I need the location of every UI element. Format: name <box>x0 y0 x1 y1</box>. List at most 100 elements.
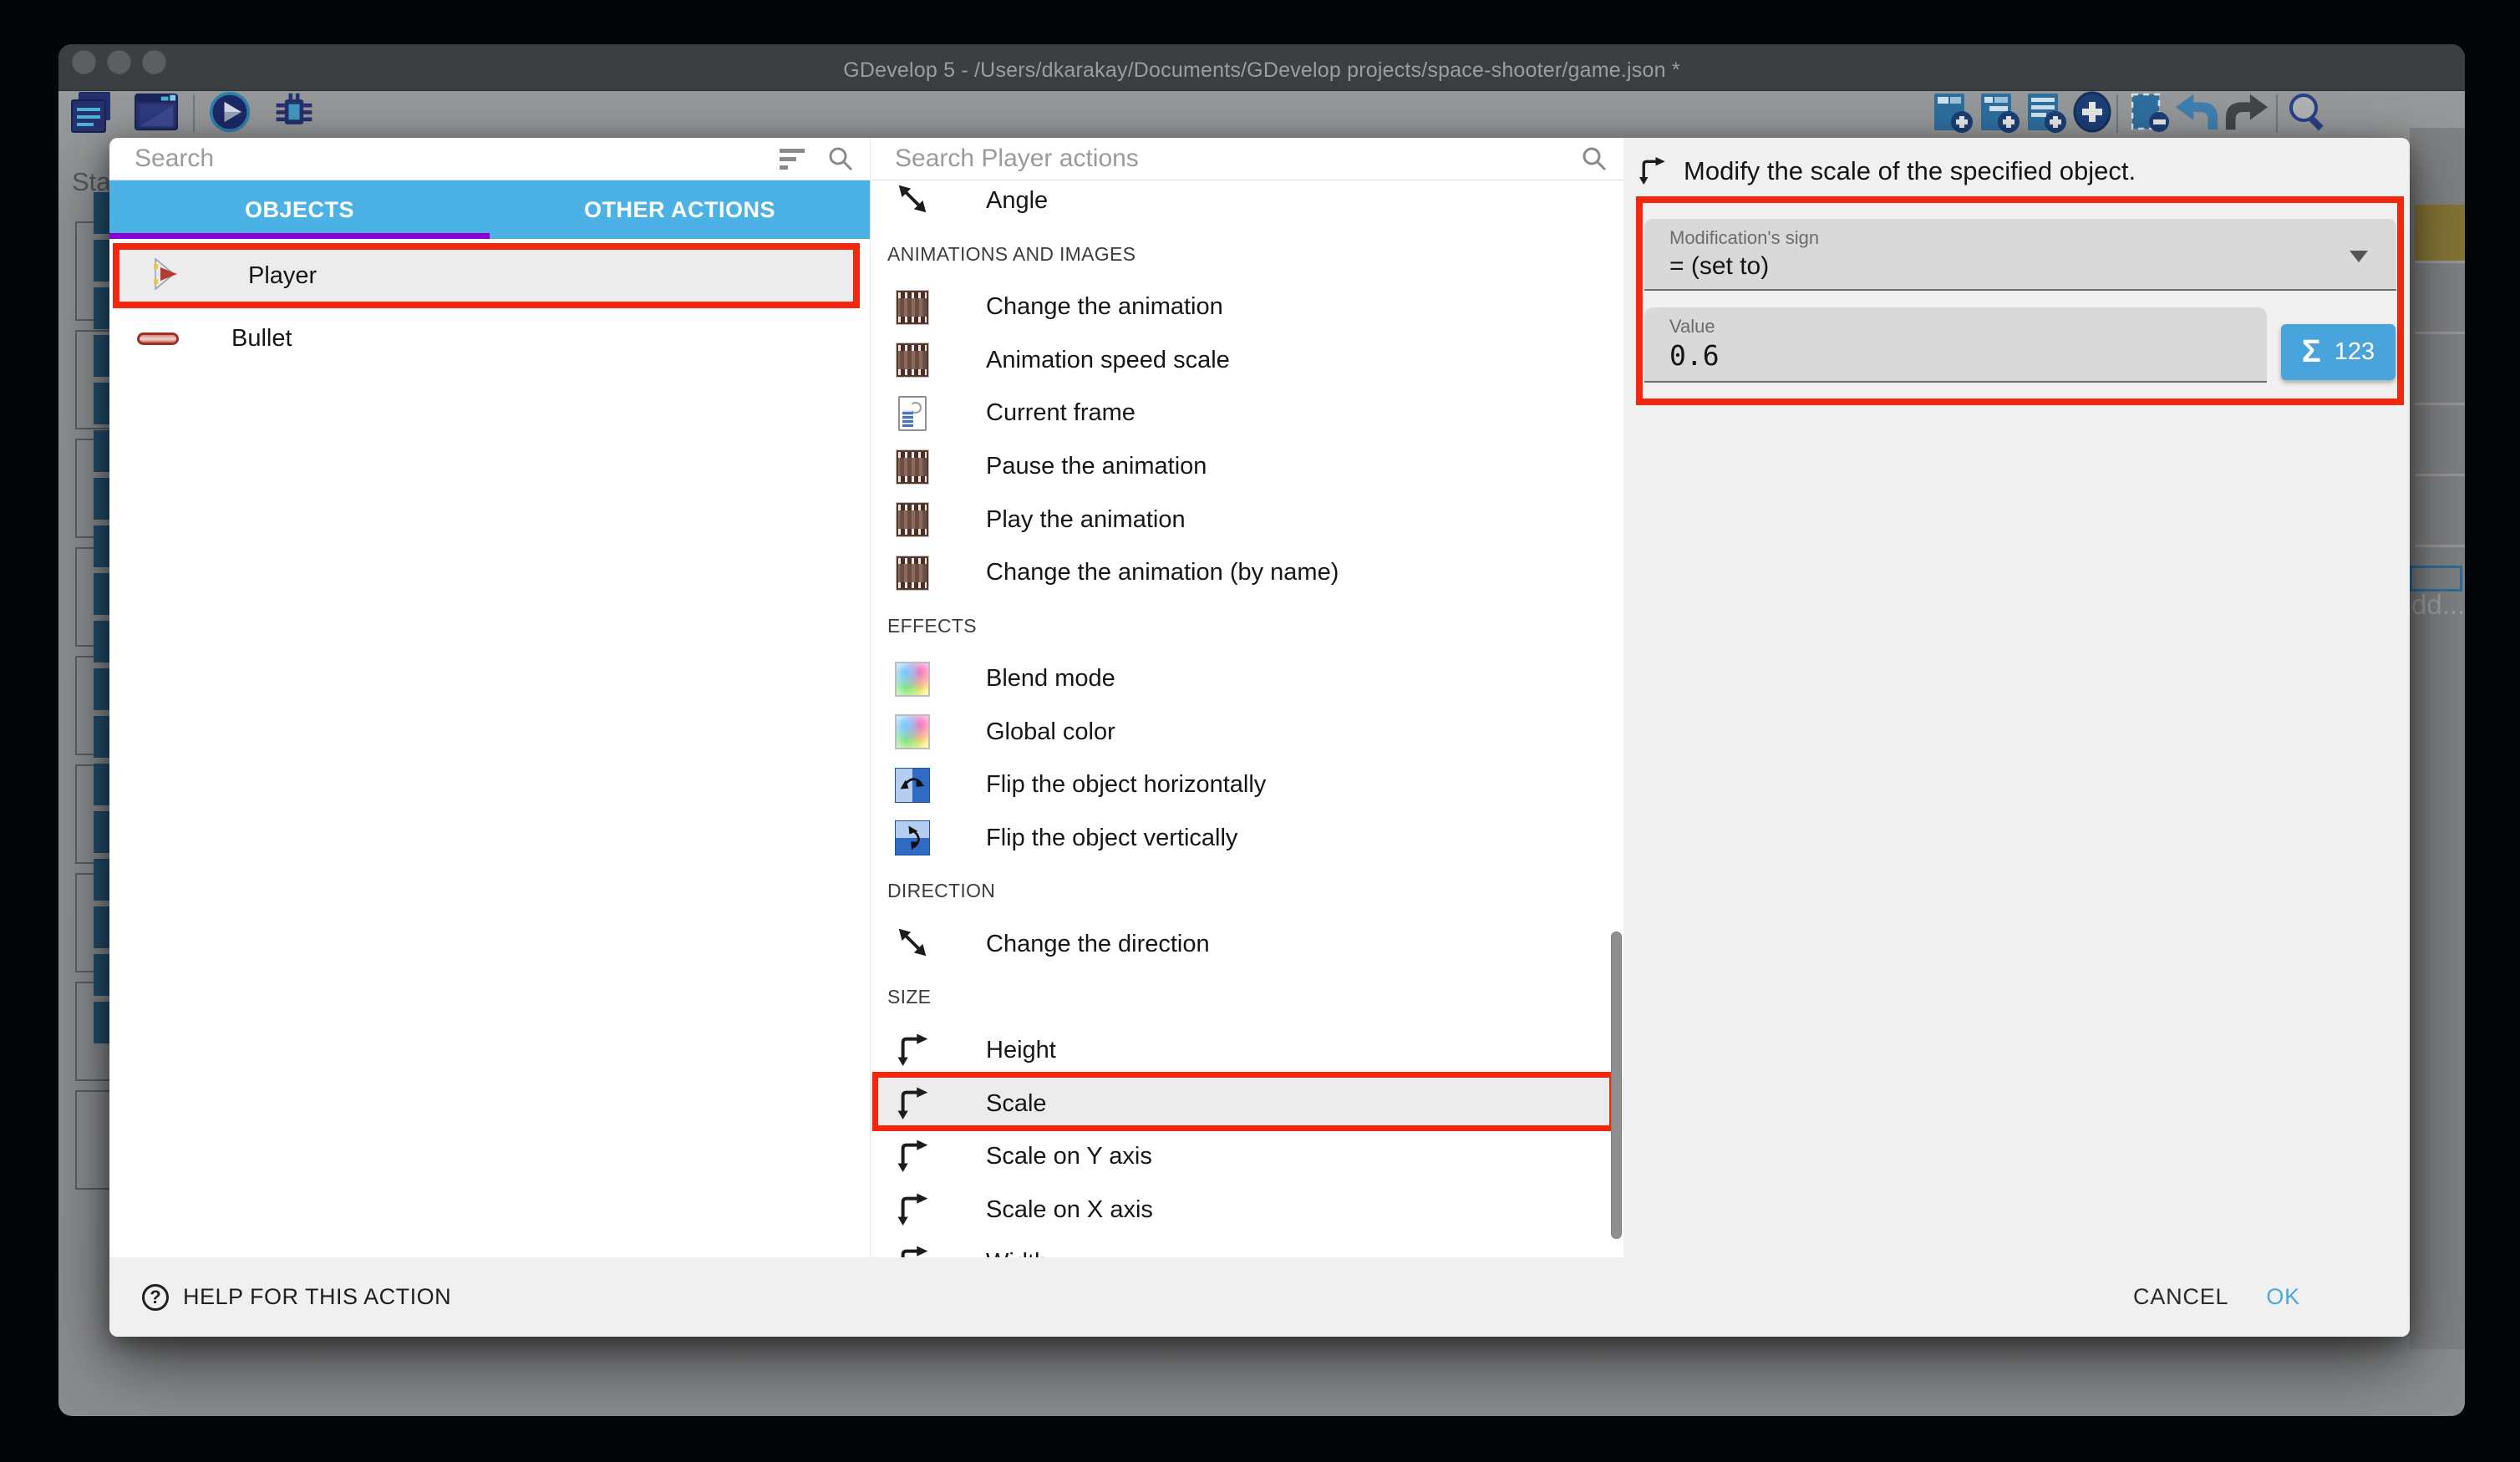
action-list-viewport: AngleANIMATIONS AND IMAGES Change the an… <box>871 180 1623 1257</box>
expression-editor-button-label: 123 <box>2335 338 2375 366</box>
properties-panel-background <box>2410 128 2465 1349</box>
value-field-value: 0.6 <box>1669 339 1720 372</box>
action-row-width[interactable]: Width <box>871 1236 1623 1257</box>
direction-arrow-icon <box>895 181 930 221</box>
properties-separator <box>2415 332 2465 334</box>
search-icon[interactable] <box>2285 90 2330 134</box>
footer-actions: CANCEL OK <box>2133 1284 2410 1310</box>
color-gradient-icon <box>895 714 930 749</box>
action-row-scale[interactable]: Scale <box>871 1077 1623 1130</box>
tab-objects[interactable]: OBJECTS <box>109 180 490 239</box>
action-row-change-the-direction[interactable]: Change the direction <box>871 918 1623 972</box>
object-list: Player Bullet <box>109 239 870 1257</box>
action-row-global-color[interactable]: Global color <box>871 705 1623 759</box>
modification-sign-dropdown[interactable]: Modification's sign = (set to) <box>1644 219 2396 291</box>
properties-separator <box>2415 261 2465 263</box>
action-label: Scale <box>986 1090 1047 1118</box>
play-icon[interactable] <box>207 90 252 134</box>
action-label: Flip the object horizontally <box>986 771 1266 799</box>
object-type-tabs: OBJECTS OTHER ACTIONS <box>109 180 870 239</box>
animation-film-icon <box>896 290 929 325</box>
cancel-button[interactable]: CANCEL <box>2133 1284 2228 1310</box>
help-icon: ? <box>142 1284 169 1311</box>
action-label: Global color <box>986 718 1115 746</box>
action-row-blend-mode[interactable]: Blend mode <box>871 652 1623 706</box>
help-button[interactable]: ? HELP FOR THIS ACTION <box>142 1284 451 1311</box>
value-field[interactable]: Value 0.6 <box>1644 307 2267 383</box>
action-row-pause-the-animation[interactable]: Pause the animation <box>871 440 1623 494</box>
help-button-label: HELP FOR THIS ACTION <box>183 1284 451 1310</box>
add-event-icon[interactable] <box>1930 90 1975 134</box>
action-label: Scale on X axis <box>986 1196 1153 1224</box>
action-label: Blend mode <box>986 665 1115 693</box>
add-comment-icon[interactable] <box>2024 90 2069 134</box>
toolbar-separator <box>2116 94 2118 133</box>
action-row-scale-on-x-axis[interactable]: Scale on X axis <box>871 1183 1623 1236</box>
scene-window-icon[interactable] <box>134 90 179 134</box>
modification-sign-label: Modification's sign <box>1669 227 1819 249</box>
action-detail-header: Modify the scale of the specified object… <box>1623 138 2410 205</box>
animation-film-icon <box>896 556 929 591</box>
action-search-bar <box>870 138 1623 180</box>
search-icon <box>1575 140 1613 178</box>
action-row-animation-speed-scale[interactable]: Animation speed scale <box>871 334 1623 388</box>
action-detail-panel: Modify the scale of the specified object… <box>1623 138 2410 1257</box>
ok-button[interactable]: OK <box>2266 1284 2300 1310</box>
properties-field-outline <box>2410 566 2462 591</box>
annotation-highlight-scale <box>872 1072 1615 1131</box>
action-section-header: DIRECTION <box>871 865 1623 918</box>
properties-separator <box>2415 545 2465 547</box>
action-section-header: ANIMATIONS AND IMAGES <box>871 228 1623 282</box>
expression-editor-button[interactable]: Σ 123 <box>2281 324 2396 380</box>
properties-separator <box>2415 403 2465 405</box>
action-section-header: SIZE <box>871 971 1623 1024</box>
object-row-bullet[interactable]: Bullet <box>109 311 870 366</box>
tab-label: OTHER ACTIONS <box>584 197 775 223</box>
resize-corner-icon <box>895 1190 930 1230</box>
project-manager-icon[interactable] <box>69 90 114 134</box>
debug-icon[interactable] <box>272 90 317 134</box>
object-row-player[interactable]: Player <box>119 250 853 302</box>
undo-icon[interactable] <box>2174 90 2219 134</box>
tab-other-actions[interactable]: OTHER ACTIONS <box>490 180 870 239</box>
scale-icon <box>1637 155 1667 189</box>
add-subevent-icon[interactable] <box>1977 90 2022 134</box>
action-label: Current frame <box>986 399 1136 427</box>
action-row-flip-the-object-horizontally[interactable]: Flip the object horizontally <box>871 759 1623 812</box>
action-row-current-frame[interactable]: Current frame <box>871 387 1623 440</box>
flip-horizontal-icon <box>895 768 930 803</box>
object-search-input[interactable] <box>109 140 773 177</box>
redo-icon[interactable] <box>2224 90 2269 134</box>
action-row-height[interactable]: Height <box>871 1024 1623 1078</box>
action-list-scrollbar-thumb[interactable] <box>1611 932 1622 1239</box>
action-row-scale-on-y-axis[interactable]: Scale on Y axis <box>871 1130 1623 1184</box>
properties-separator <box>2415 474 2465 476</box>
properties-add-label: dd... <box>2411 589 2465 621</box>
tab-label: OBJECTS <box>245 197 354 223</box>
properties-selected-cell <box>2415 205 2465 261</box>
action-row-change-the-animation-by-name-[interactable]: Change the animation (by name) <box>871 546 1623 600</box>
chevron-down-icon <box>2350 251 2368 262</box>
value-field-label: Value <box>1669 316 1715 338</box>
action-row-play-the-animation[interactable]: Play the animation <box>871 493 1623 546</box>
player-ship-icon <box>151 257 185 295</box>
resize-corner-icon <box>895 1137 930 1176</box>
window-title: GDevelop 5 - /Users/dkarakay/Documents/G… <box>58 56 2465 84</box>
direction-arrow-icon <box>895 925 930 964</box>
action-section-header: EFFECTS <box>871 599 1623 652</box>
action-row-angle[interactable]: Angle <box>871 180 1623 228</box>
dialog-footer: ? HELP FOR THIS ACTION CANCEL OK <box>109 1257 2410 1337</box>
color-gradient-icon <box>895 662 930 697</box>
action-editor-dialog: OBJECTS OTHER ACTIONS Player Bullet Angle… <box>109 138 2410 1337</box>
action-search-input[interactable] <box>870 140 1575 177</box>
bullet-icon <box>137 333 179 345</box>
add-circle-icon[interactable] <box>2070 90 2115 134</box>
sigma-icon: Σ <box>2302 334 2321 370</box>
filter-icon[interactable] <box>773 140 811 178</box>
resize-corner-icon <box>895 1243 930 1257</box>
modification-sign-value: = (set to) <box>1669 252 1769 281</box>
action-label: Width <box>986 1249 1048 1257</box>
remove-event-icon[interactable] <box>2127 90 2172 134</box>
action-row-flip-the-object-vertically[interactable]: Flip the object vertically <box>871 812 1623 866</box>
action-row-change-the-animation[interactable]: Change the animation <box>871 281 1623 334</box>
